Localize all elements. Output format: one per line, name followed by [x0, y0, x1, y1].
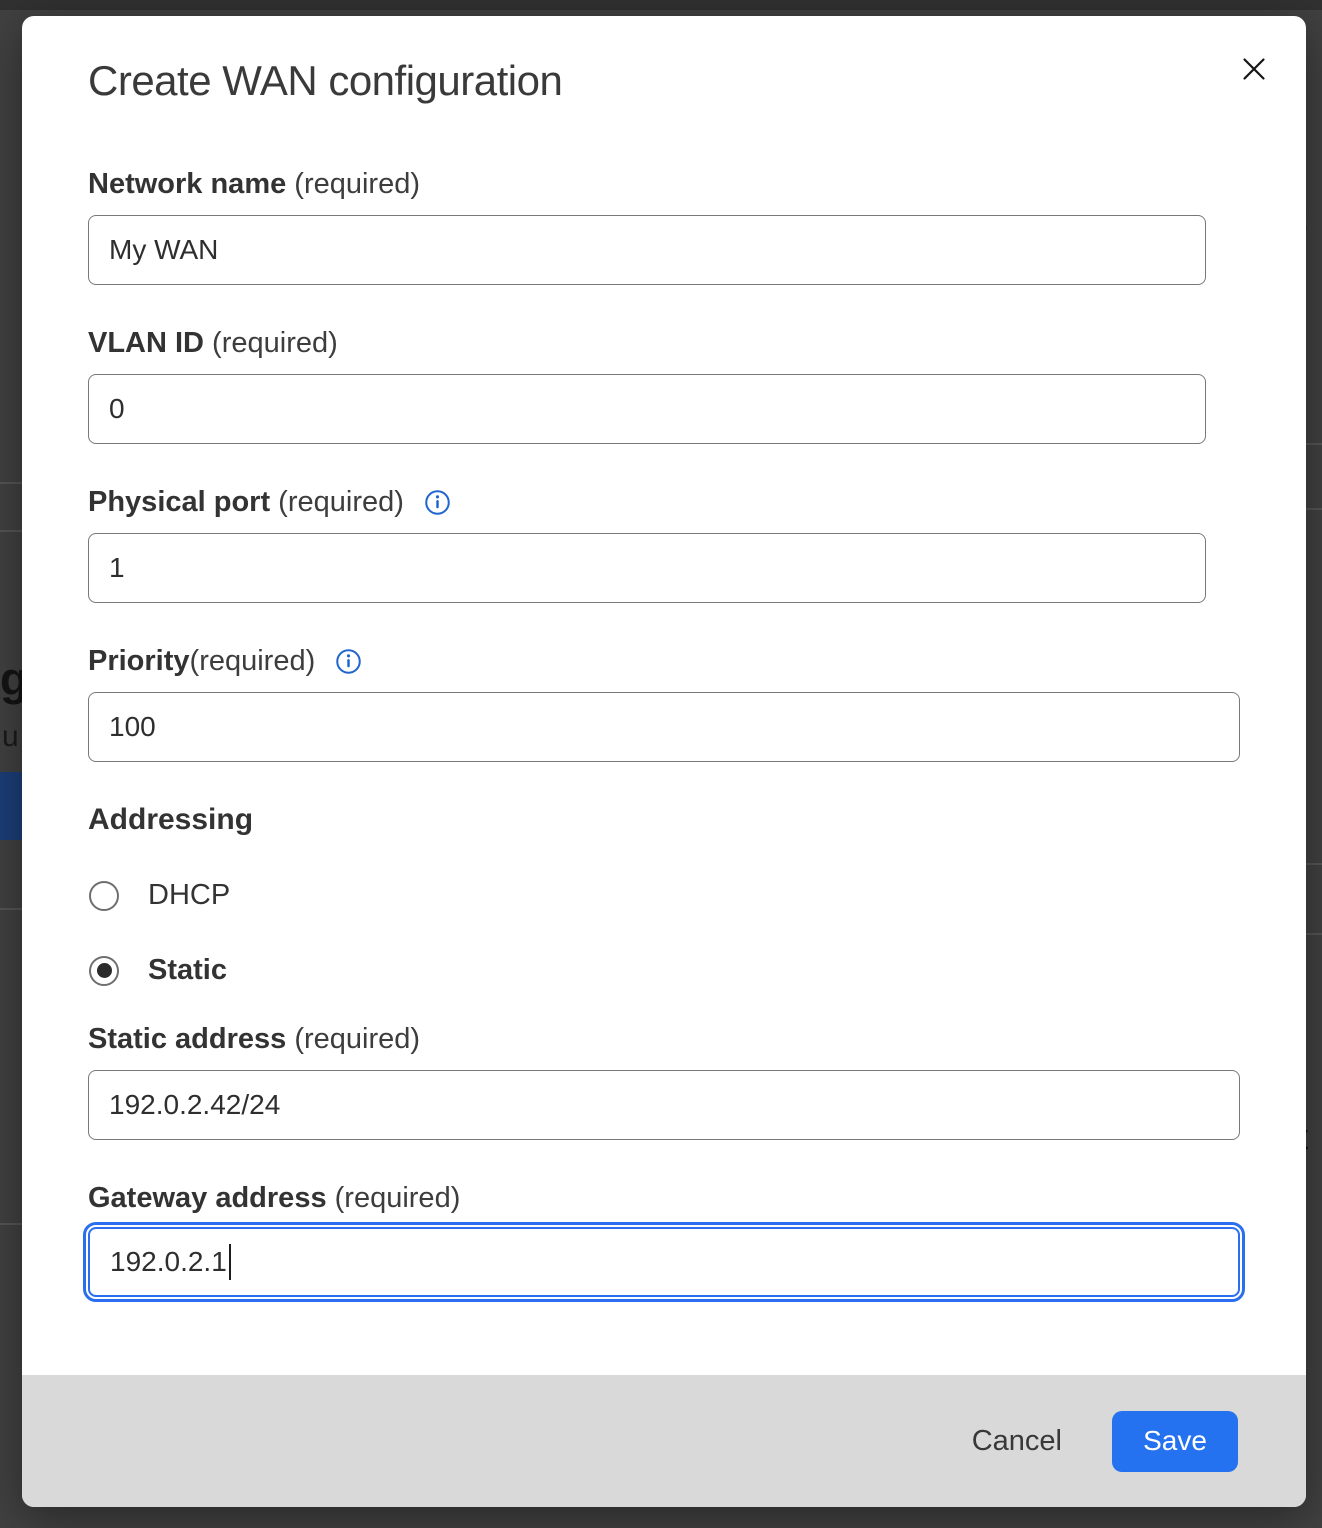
modal-title: Create WAN configuration	[88, 58, 1240, 104]
radio-button-selected[interactable]	[89, 956, 119, 986]
text-caret	[229, 1244, 231, 1280]
save-button[interactable]: Save	[1112, 1411, 1238, 1472]
backdrop-divider	[0, 482, 24, 484]
required-hint: (required)	[286, 1023, 420, 1056]
backdrop-blue-button-fragment	[0, 772, 22, 840]
required-hint: (required)	[286, 168, 420, 201]
physical-port-label: Physical port (required)	[88, 486, 1240, 519]
required-hint: (required)	[327, 1182, 461, 1215]
network-name-input[interactable]: My WAN	[88, 215, 1206, 285]
label-text: Static address	[88, 1023, 286, 1056]
radio-label-dhcp: DHCP	[148, 879, 230, 912]
label-text: Network name	[88, 168, 286, 201]
network-name-label: Network name (required)	[88, 168, 1240, 201]
label-text: Physical port	[88, 486, 270, 519]
required-hint: (required)	[270, 486, 404, 519]
static-address-label: Static address (required)	[88, 1023, 1240, 1056]
info-icon[interactable]	[424, 489, 451, 516]
input-value: 1	[109, 552, 125, 584]
info-icon[interactable]	[335, 648, 362, 675]
priority-label: Priority(required)	[88, 645, 1240, 678]
input-value: 0	[109, 393, 125, 425]
label-text: Priority	[88, 645, 190, 678]
backdrop-divider	[0, 1223, 24, 1225]
radio-option-dhcp[interactable]: DHCP	[88, 879, 1240, 912]
vlan-id-input[interactable]: 0	[88, 374, 1206, 444]
radio-label-static: Static	[148, 954, 227, 987]
backdrop-divider	[0, 908, 24, 910]
vlan-id-label: VLAN ID (required)	[88, 327, 1240, 360]
input-value: My WAN	[109, 234, 218, 266]
backdrop-text-fragment: u	[2, 720, 19, 754]
radio-option-static[interactable]: Static	[88, 954, 1240, 987]
input-value: 192.0.2.42/24	[109, 1089, 280, 1121]
priority-input[interactable]: 100	[88, 692, 1240, 762]
physical-port-input[interactable]: 1	[88, 533, 1206, 603]
input-value: 192.0.2.1	[110, 1246, 227, 1278]
radio-button-unselected[interactable]	[89, 881, 119, 911]
modal-footer: Cancel Save	[22, 1375, 1306, 1507]
gateway-address-input[interactable]: 192.0.2.1	[88, 1227, 1240, 1297]
modal-body: Create WAN configuration Network name (r…	[22, 16, 1306, 1297]
addressing-heading: Addressing	[88, 803, 1240, 837]
required-hint: (required)	[190, 645, 316, 678]
input-value: 100	[109, 711, 156, 743]
gateway-address-label: Gateway address (required)	[88, 1182, 1240, 1215]
backdrop-top-strip	[0, 0, 1322, 10]
cancel-button[interactable]: Cancel	[972, 1425, 1062, 1458]
required-hint: (required)	[204, 327, 338, 360]
create-wan-modal: Create WAN configuration Network name (r…	[22, 16, 1306, 1507]
static-address-input[interactable]: 192.0.2.42/24	[88, 1070, 1240, 1140]
label-text: Gateway address	[88, 1182, 327, 1215]
label-text: VLAN ID	[88, 327, 204, 360]
backdrop-divider	[0, 530, 24, 532]
